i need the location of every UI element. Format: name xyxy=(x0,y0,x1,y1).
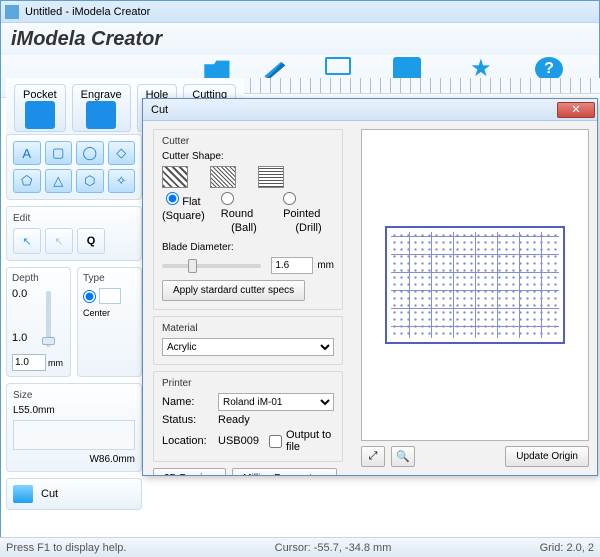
close-icon: ✕ xyxy=(571,103,580,116)
cutter-shape-label: Cutter Shape: xyxy=(162,151,334,162)
preview-pane xyxy=(361,129,589,441)
radio-pointed-input[interactable] xyxy=(283,192,296,205)
radio-flat-input[interactable] xyxy=(166,192,179,205)
radio-round[interactable]: Round(Ball) xyxy=(221,192,267,234)
status-help: Press F1 to display help. xyxy=(6,542,126,554)
printer-name-label: Name: xyxy=(162,396,212,408)
type-panel: Type Center xyxy=(77,267,142,377)
apply-cutter-button[interactable]: Apply stardard cutter specs xyxy=(162,280,305,301)
depth-title: Depth xyxy=(12,273,65,284)
tab-pocket[interactable]: Pocket xyxy=(14,84,66,132)
depth-unit: mm xyxy=(48,358,63,368)
shape-triangle[interactable]: △ xyxy=(45,169,73,193)
size-panel: Size L55.0mm W86.0mm xyxy=(6,383,142,472)
radio-pointed[interactable]: Pointed(Drill) xyxy=(283,192,334,234)
printer-loc-label: Location: xyxy=(162,435,212,447)
material-select[interactable]: Acrylic xyxy=(162,338,334,356)
shape-pentagon[interactable]: ⬠ xyxy=(13,169,41,193)
milling-params-button[interactable]: Milling Parameters xyxy=(232,468,337,475)
app-icon xyxy=(5,5,19,19)
dialog-titlebar[interactable]: Cut ✕ xyxy=(143,99,597,121)
pocket-icon xyxy=(25,101,55,129)
cut-icon xyxy=(13,485,33,503)
magnifier-icon: 🔍 xyxy=(396,450,410,463)
preview-3d-button[interactable]: 3D Preview xyxy=(153,468,226,475)
depth-top: 0.0 xyxy=(12,288,27,300)
depth-input[interactable] xyxy=(12,354,46,371)
dialog-left: Cutter Cutter Shape: Flat(Square) Round(… xyxy=(143,121,353,475)
type-radio[interactable] xyxy=(83,290,96,303)
status-bar: Press F1 to display help. Cursor: -55.7,… xyxy=(0,537,600,557)
material-legend: Material xyxy=(162,323,334,334)
cut-dialog: Cut ✕ Cutter Cutter Shape: Flat(Square) … xyxy=(142,98,598,476)
dialog-close-button[interactable]: ✕ xyxy=(557,102,595,118)
center-label: Center xyxy=(83,308,136,318)
blade-slider-thumb[interactable] xyxy=(188,259,197,273)
status-cursor: Cursor: -55.7, -34.8 mm xyxy=(275,542,392,554)
radio-flat[interactable]: Flat(Square) xyxy=(162,192,205,234)
select-tool[interactable]: ↖ xyxy=(13,228,41,254)
shape-rect[interactable]: ▢ xyxy=(45,141,73,165)
fit-button[interactable]: ⤢ xyxy=(361,446,385,467)
printer-legend: Printer xyxy=(162,378,334,389)
blade-label: Blade Diameter: xyxy=(162,242,334,253)
output-file-check[interactable]: Output to file xyxy=(269,429,334,453)
left-panel: A ▢ ◯ ◇ ⬠ △ ⬡ ✧ Edit ↖ ↖ Q Depth 0.0 1.0 … xyxy=(6,134,142,510)
monitor-icon xyxy=(325,57,351,75)
shapes-panel: A ▢ ◯ ◇ ⬠ △ ⬡ ✧ xyxy=(6,134,142,200)
pcb-preview xyxy=(385,226,565,344)
type-rect-icon[interactable] xyxy=(99,288,121,304)
shape-hexagon[interactable]: ⬡ xyxy=(76,169,104,193)
size-w: W86.0mm xyxy=(13,454,135,465)
update-origin-button[interactable]: Update Origin xyxy=(505,446,589,467)
printer-loc-value: USB009 xyxy=(218,435,259,447)
logo-bar: iModela Creator xyxy=(1,23,599,55)
dialog-right: ⤢ 🔍 Update Origin xyxy=(353,121,597,475)
blade-input[interactable] xyxy=(271,257,313,274)
tab-pocket-label: Pocket xyxy=(23,89,57,101)
cutter-swatch-round[interactable] xyxy=(210,166,236,188)
main-titlebar[interactable]: Untitled - iModela Creator xyxy=(1,1,599,23)
blade-slider[interactable] xyxy=(162,264,261,268)
dialog-title: Cut xyxy=(151,104,168,116)
cutter-swatch-flat[interactable] xyxy=(162,166,188,188)
depth-slider[interactable] xyxy=(46,291,51,347)
zoom-button[interactable]: 🔍 xyxy=(391,446,415,467)
depth-panel: Depth 0.0 1.0 mm xyxy=(6,267,71,377)
cutter-swatch-pointed[interactable] xyxy=(258,166,284,188)
zoom-tool[interactable]: Q xyxy=(77,228,105,254)
app-logo: iModela Creator xyxy=(11,28,162,51)
printer-fieldset: Printer Name: Roland iM-01 Status: Ready… xyxy=(153,371,343,462)
printer-status-label: Status: xyxy=(162,414,212,426)
depth-type-row: Depth 0.0 1.0 mm Type Center xyxy=(6,267,142,377)
radio-round-input[interactable] xyxy=(221,192,234,205)
shape-a[interactable]: A xyxy=(13,141,41,165)
cutter-fieldset: Cutter Cutter Shape: Flat(Square) Round(… xyxy=(153,129,343,310)
edit-panel: Edit ↖ ↖ Q xyxy=(6,206,142,261)
tab-engrave[interactable]: Engrave xyxy=(72,84,131,132)
shape-star[interactable]: ✧ xyxy=(108,169,136,193)
tab-engrave-label: Engrave xyxy=(81,89,122,101)
shape-circle[interactable]: ◯ xyxy=(76,141,104,165)
status-grid: Grid: 2.0, 2 xyxy=(540,542,594,554)
engrave-icon xyxy=(86,101,116,129)
move-tool[interactable]: ↖ xyxy=(45,228,73,254)
edit-title: Edit xyxy=(13,213,135,224)
cut-side-button[interactable]: Cut xyxy=(6,478,142,510)
printer-status-value: Ready xyxy=(218,414,334,426)
size-title: Size xyxy=(13,390,135,401)
slider-thumb[interactable] xyxy=(42,337,55,345)
fit-icon: ⤢ xyxy=(369,450,378,463)
size-l: L55.0mm xyxy=(13,405,135,416)
type-title: Type xyxy=(83,273,136,284)
material-fieldset: Material Acrylic xyxy=(153,316,343,365)
window-title: Untitled - iModela Creator xyxy=(25,6,150,18)
depth-mid: 1.0 xyxy=(12,332,27,344)
printer-name-select[interactable]: Roland iM-01 xyxy=(218,393,334,411)
cutter-legend: Cutter xyxy=(162,136,334,147)
cut-side-label: Cut xyxy=(41,488,58,500)
shape-diamond[interactable]: ◇ xyxy=(108,141,136,165)
output-file-checkbox[interactable] xyxy=(269,435,282,448)
blade-unit: mm xyxy=(317,260,334,271)
